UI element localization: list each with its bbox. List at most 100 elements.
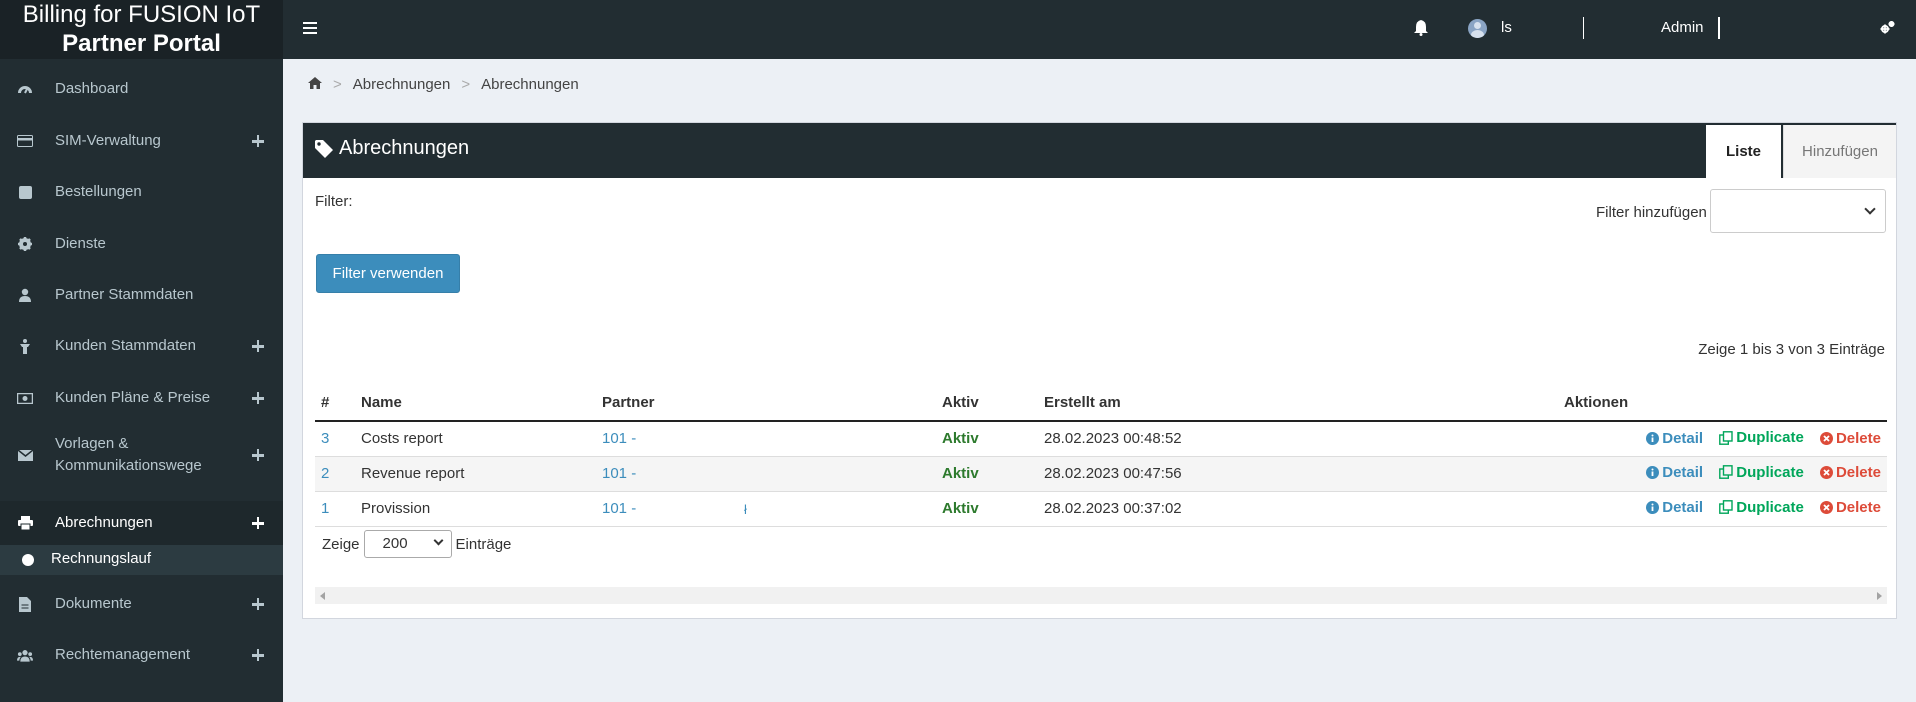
times-circle-icon [1819,466,1833,480]
column-header-partner[interactable]: Partner [596,385,936,422]
dashboard-icon [17,81,33,97]
delete-button[interactable]: Delete [1819,464,1881,482]
detail-button[interactable]: Detail [1646,430,1703,447]
copy-icon [1719,430,1733,445]
panel-header: Abrechnungen Liste Hinzufügen [303,123,1896,178]
sidebar-item-label: Kunden Stammdaten [55,337,196,354]
print-icon [17,515,33,531]
column-header-name[interactable]: Name [355,385,596,422]
table-header-row: # Name Partner Aktiv Erstellt am Aktione… [315,385,1887,422]
sidebar-item-dokumente[interactable]: Dokumente [0,589,283,619]
person-icon [17,338,33,354]
role-label[interactable]: Admin [1661,19,1704,36]
sidebar-item-label: SIM-Verwaltung [55,132,161,149]
brand-logo[interactable]: Billing for FUSION IoT Partner Portal [0,0,283,59]
billing-table: # Name Partner Aktiv Erstellt am Aktione… [315,385,1887,527]
column-header-created[interactable]: Erstellt am [1038,385,1558,422]
home-icon[interactable] [308,76,322,93]
row-partner-link[interactable]: 101 - [602,430,636,447]
row-partner-link[interactable]: 101 - [602,500,636,517]
column-header-id[interactable]: # [315,385,355,422]
row-actions: Detail Duplicate Delete [1558,421,1887,457]
sidebar-item-dienste[interactable]: Dienste [0,229,283,259]
chevron-down-icon [1864,203,1876,215]
delete-button[interactable]: Delete [1819,430,1881,447]
info-icon [1646,501,1660,515]
user-avatar[interactable] [1468,19,1487,38]
sidebar-item-partner-stammdaten[interactable]: Partner Stammdaten [0,280,283,310]
column-header-actions: Aktionen [1558,385,1887,422]
sidebar-item-bestellungen[interactable]: Bestellungen [0,177,283,207]
row-partner-link[interactable]: 101 - [602,465,636,482]
row-id-link[interactable]: 2 [315,456,355,492]
sidebar-item-abrechnungen[interactable]: Abrechnungen [0,501,283,545]
row-name: Revenue report [355,456,596,492]
tab-hinzufuegen[interactable]: Hinzufügen [1783,125,1896,178]
sidebar-item-label: Rechtemanagement [55,646,191,663]
expand-plus-icon[interactable] [250,596,266,612]
sidebar-item-kunden-stammdaten[interactable]: Kunden Stammdaten [0,331,283,361]
detail-button[interactable]: Detail [1646,464,1703,481]
sidebar-item-label: Vorlagen & Kommunikationswege [55,435,202,474]
table-row: 2 Revenue report 101 - Aktiv 28.02.2023 … [315,456,1887,492]
sidebar-item-label: Dienste [55,235,106,252]
duplicate-button[interactable]: Duplicate [1719,464,1804,481]
detail-button[interactable]: Detail [1646,499,1703,516]
filter-add-select[interactable] [1710,189,1886,233]
duplicate-button[interactable]: Duplicate [1719,429,1804,446]
hamburger-menu-icon[interactable] [303,22,317,34]
page-length-prefix: Zeige [322,535,360,553]
delete-label: Delete [1835,499,1881,517]
square-icon [17,184,33,200]
column-header-aktiv[interactable]: Aktiv [936,385,1038,422]
table-row: 1 Provission 101 - ł Aktiv 28.02.2023 00:… [315,491,1887,527]
brand-title: Billing for FUSION IoT [22,1,261,28]
expand-plus-icon[interactable] [250,133,266,149]
sidebar: Billing for FUSION IoT Partner Portal Da… [0,0,283,702]
breadcrumb-separator: > [333,76,342,93]
info-icon [1646,431,1660,445]
sidebar-item-vorlagen[interactable]: Vorlagen & Kommunikationswege [0,432,283,478]
user-icon [17,287,33,303]
breadcrumb-separator: > [461,76,471,93]
page-length-suffix: Einträge [455,535,512,553]
user-name[interactable]: ls [1501,19,1512,36]
chevron-down-icon [433,535,443,546]
row-id-link[interactable]: 1 [315,491,355,527]
sidebar-item-dashboard[interactable]: Dashboard [0,74,283,104]
sidebar-item-sim-verwaltung[interactable]: SIM-Verwaltung [0,126,283,156]
row-id-link[interactable]: 3 [315,421,355,457]
row-partner-extra: ł [744,501,747,517]
detail-label: Detail [1662,429,1704,447]
expand-plus-icon[interactable] [250,647,266,663]
tab-liste[interactable]: Liste [1706,125,1781,178]
scroll-right-arrow-icon[interactable] [1877,592,1882,600]
delete-label: Delete [1835,464,1881,482]
scroll-left-arrow-icon[interactable] [320,592,325,600]
sidebar-item-kunden-plaene[interactable]: Kunden Pläne & Preise [0,383,283,413]
breadcrumb-item[interactable]: Abrechnungen [353,76,451,93]
bell-icon[interactable] [1414,20,1428,40]
filter-label: Filter: [315,193,353,210]
page-length-select[interactable]: 200 [363,530,452,558]
sidebar-item-rechtemanagement[interactable]: Rechtemanagement [0,640,283,670]
duplicate-label: Duplicate [1736,429,1804,446]
expand-plus-icon[interactable] [250,338,266,354]
filter-apply-button[interactable]: Filter verwenden [316,254,460,293]
credit-card-icon [17,133,33,149]
divider [1718,17,1720,39]
cogs-icon[interactable] [1880,20,1895,39]
expand-plus-icon[interactable] [250,515,266,531]
expand-plus-icon[interactable] [250,390,266,406]
money-icon [17,390,33,406]
duplicate-label: Duplicate [1736,498,1804,516]
detail-label: Detail [1662,499,1704,517]
row-partner-cell: 101 - [596,421,936,457]
row-actions: Detail Duplicate Delete [1558,491,1887,527]
horizontal-scrollbar[interactable] [315,587,1887,604]
duplicate-button[interactable]: Duplicate [1719,499,1804,516]
circle-icon [22,554,34,566]
sidebar-subitem-rechnungslauf[interactable]: Rechnungslauf [0,545,283,575]
expand-plus-icon[interactable] [250,447,266,463]
delete-button[interactable]: Delete [1819,499,1881,517]
